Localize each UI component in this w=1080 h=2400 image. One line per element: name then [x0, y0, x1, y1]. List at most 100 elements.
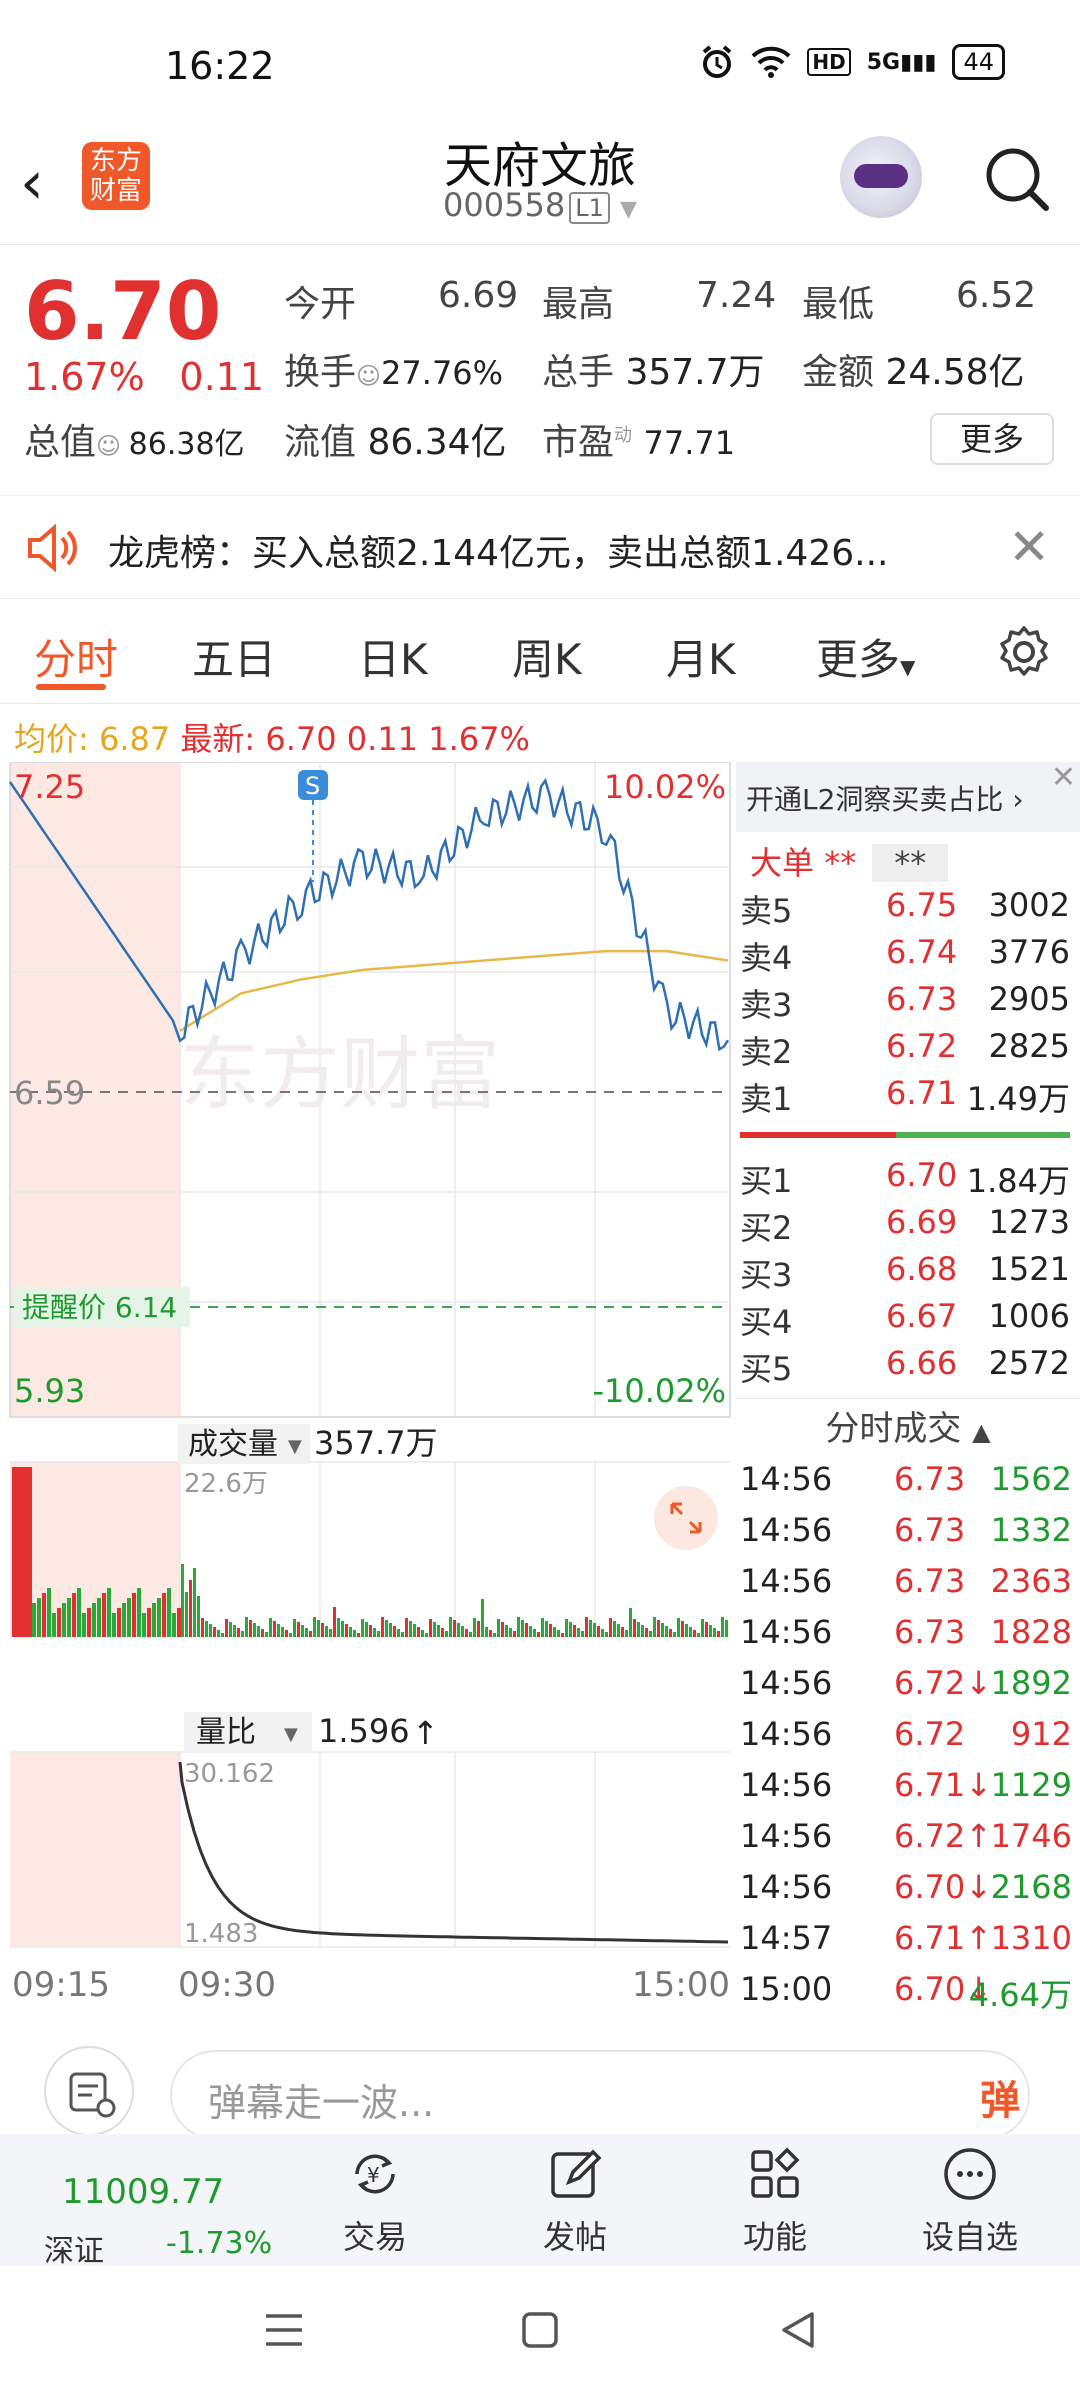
caret-down-icon: ▼ [900, 655, 916, 679]
info-icon[interactable]: ☺ [356, 362, 381, 390]
bid-row[interactable]: 买5 6.66 2572 [736, 1344, 1080, 1391]
bid-row[interactable]: 买3 6.68 1521 [736, 1250, 1080, 1297]
volume-bar [293, 1619, 296, 1637]
back-nav-icon[interactable] [778, 2310, 818, 2350]
ask-row[interactable]: 卖1 6.71 1.49万 [736, 1074, 1080, 1121]
close-icon[interactable]: ✕ [1008, 518, 1050, 576]
volume-bar [221, 1633, 224, 1637]
tick-direction-icon: ↓ [965, 1664, 993, 1702]
status-time: 16:22 [165, 44, 275, 88]
tick-row: 14:56 6.70↓ 2168 [736, 1868, 1080, 1919]
volume-bar [669, 1629, 672, 1637]
open-label: 今开 [284, 284, 357, 325]
volume-bar [12, 1467, 32, 1637]
volume-bar [137, 1588, 141, 1637]
nav-add-watchlist[interactable]: 设自选 [900, 2144, 1040, 2258]
tab-weekly-k[interactable]: 周K [512, 626, 582, 687]
info-icon[interactable]: ☺ [96, 432, 129, 460]
tab-monthly-k[interactable]: 月K [666, 626, 736, 687]
ask-row[interactable]: 卖3 6.73 2905 [736, 980, 1080, 1027]
nav-functions[interactable]: 功能 [705, 2144, 845, 2258]
gear-icon[interactable] [996, 624, 1052, 680]
volume-bar [92, 1603, 96, 1637]
stock-header: ‹ 东方财富 天府文旅 000558 L1 ▼ [0, 120, 1080, 245]
volume-bar [549, 1624, 552, 1637]
volume-bar [561, 1633, 564, 1637]
tick-price: 6.72↓ [894, 1664, 992, 1702]
tick-price-value: 6.73 [894, 1613, 966, 1651]
menu-icon[interactable] [262, 2310, 306, 2350]
assistant-robot-icon[interactable] [840, 136, 922, 218]
volume-bar [481, 1599, 484, 1637]
volume-bar [705, 1622, 708, 1637]
turnover-value: 27.76% [381, 354, 504, 392]
danmaku-toggle-icon[interactable]: 弹 [980, 2068, 1020, 2126]
volume-bar [457, 1623, 460, 1637]
total-mcap-label: 总值 [24, 422, 97, 463]
volume-bar [87, 1608, 91, 1637]
bid-level: 买2 [740, 1209, 793, 1247]
volume-bar [685, 1624, 688, 1637]
level-badge: L1 [569, 192, 610, 224]
ticks-title[interactable]: 分时成交 ▲ [736, 1398, 1080, 1458]
volume-total: 357.7万 [314, 1424, 438, 1462]
intraday-chart[interactable]: 东方财富 提醒价 6.14 S 7.25 6.59 5.93 10.02% -1… [0, 762, 736, 2002]
volume-bar [62, 1603, 66, 1637]
big-order-mask: ** [824, 844, 857, 882]
ask-row[interactable]: 卖2 6.72 2825 [736, 1027, 1080, 1074]
ratio-auction-zone [10, 1752, 180, 1947]
big-order-mask-badge: ** [872, 844, 949, 882]
volume-bar [117, 1608, 121, 1637]
volume-bar [717, 1631, 720, 1637]
volume-bar [469, 1632, 472, 1637]
nav-trade[interactable]: ¥ 交易 [305, 2144, 445, 2258]
more-quote-button[interactable]: 更多 [930, 413, 1054, 465]
ask-volume: 2905 [988, 980, 1070, 1018]
l2-promo-banner[interactable]: 开通L2洞察买卖占比 › ✕ [736, 760, 1080, 832]
danmaku-settings-icon[interactable] [44, 2046, 134, 2136]
volume-bar [721, 1617, 724, 1637]
volume-bar [529, 1626, 532, 1637]
volume-bar [625, 1630, 628, 1637]
bid-row[interactable]: 买2 6.69 1273 [736, 1203, 1080, 1250]
bid-row[interactable]: 买4 6.67 1006 [736, 1297, 1080, 1344]
ask-row[interactable]: 卖5 6.75 3002 [736, 886, 1080, 933]
tick-volume: 1129 [990, 1766, 1072, 1804]
volume-bar [57, 1608, 61, 1637]
edit-icon [551, 2149, 602, 2198]
volume-bar [213, 1627, 216, 1637]
tick-price-value: 6.71 [894, 1766, 966, 1804]
ask-row[interactable]: 卖4 6.74 3776 [736, 933, 1080, 980]
bid-row[interactable]: 买1 6.70 1.84万 [736, 1156, 1080, 1203]
nav-trade-label: 交易 [342, 2218, 407, 2256]
volume-bar [461, 1626, 464, 1637]
volume-bar [621, 1627, 624, 1637]
status-bar: 16:22 HD 5G▮▮▮ 44 [0, 0, 1080, 120]
tick-time: 14:56 [740, 1562, 833, 1600]
tick-time: 14:56 [740, 1460, 833, 1498]
lhb-notice[interactable]: 龙虎榜：买入总额2.144亿元，卖出总额1.426... ✕ [0, 495, 1080, 599]
tick-price: 6.73 [894, 1511, 965, 1549]
nav-post[interactable]: 发帖 [505, 2144, 645, 2258]
volume-bar [677, 1618, 680, 1637]
volume-bar [629, 1608, 632, 1637]
tick-price-value: 6.73 [894, 1460, 966, 1498]
tab-five-day[interactable]: 五日 [192, 626, 276, 687]
tab-more[interactable]: 更多▼ [816, 626, 915, 687]
volume-bar [107, 1588, 111, 1637]
volume-bar [297, 1622, 300, 1637]
ask-volume: 1.49万 [966, 1080, 1070, 1118]
home-icon[interactable] [520, 2310, 560, 2350]
search-icon[interactable] [982, 144, 1052, 214]
close-icon[interactable]: ✕ [1051, 760, 1076, 795]
tab-daily-k[interactable]: 日K [358, 626, 428, 687]
active-tab-indicator [36, 684, 106, 690]
tab-intraday[interactable]: 分时 [34, 626, 118, 687]
volume-bar [167, 1588, 171, 1637]
expand-icon[interactable] [654, 1486, 718, 1550]
caret-down-icon: ▼ [288, 1436, 302, 1457]
volume-bar [325, 1626, 328, 1637]
danmaku-input[interactable]: 弹幕走一波... [170, 2050, 1030, 2140]
volume-bar [381, 1617, 384, 1637]
pct-top-label: 10.02% [604, 768, 726, 806]
